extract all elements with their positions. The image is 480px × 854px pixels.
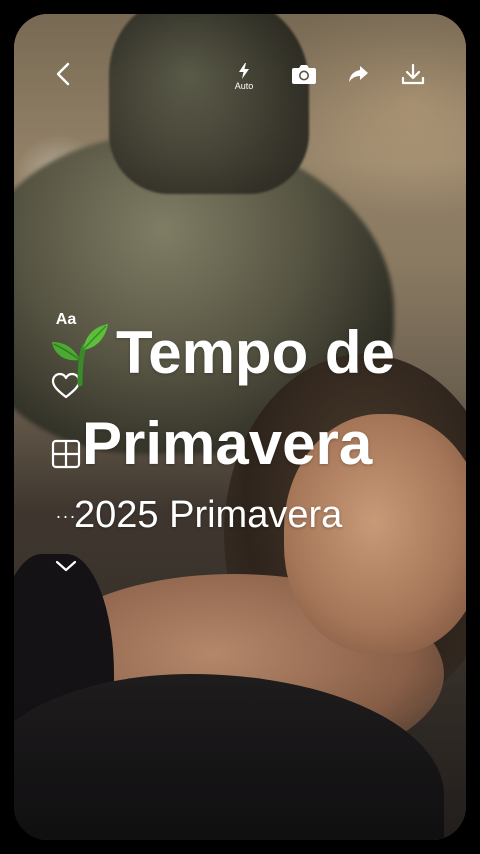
share-icon bbox=[349, 66, 368, 82]
sprout-icon bbox=[52, 324, 108, 386]
share-button[interactable] bbox=[340, 56, 376, 92]
memory-title-line-2[interactable]: Primavera bbox=[82, 414, 372, 474]
flash-icon bbox=[239, 62, 249, 79]
collapse-tools-button[interactable] bbox=[50, 550, 82, 582]
chevron-down-icon bbox=[55, 560, 77, 572]
memory-subtitle[interactable]: 2025 Primavera bbox=[74, 494, 342, 537]
download-icon bbox=[401, 63, 425, 85]
camera-button[interactable] bbox=[286, 56, 322, 92]
layout-icon bbox=[51, 439, 81, 469]
download-button[interactable] bbox=[395, 56, 431, 92]
flash-mode-label: Auto bbox=[234, 80, 254, 91]
memory-card: Auto Aa ··· Tempo de Primavera 2025 Prim… bbox=[14, 14, 466, 840]
chevron-left-icon bbox=[56, 62, 70, 86]
camera-icon bbox=[292, 65, 316, 84]
flash-button[interactable]: Auto bbox=[226, 54, 262, 98]
memory-title-line-1[interactable]: Tempo de bbox=[50, 320, 395, 386]
layout-button[interactable] bbox=[50, 438, 82, 470]
top-toolbar: Auto bbox=[14, 14, 466, 114]
title-text-line-1: Tempo de bbox=[116, 319, 395, 386]
back-button[interactable] bbox=[46, 56, 82, 92]
